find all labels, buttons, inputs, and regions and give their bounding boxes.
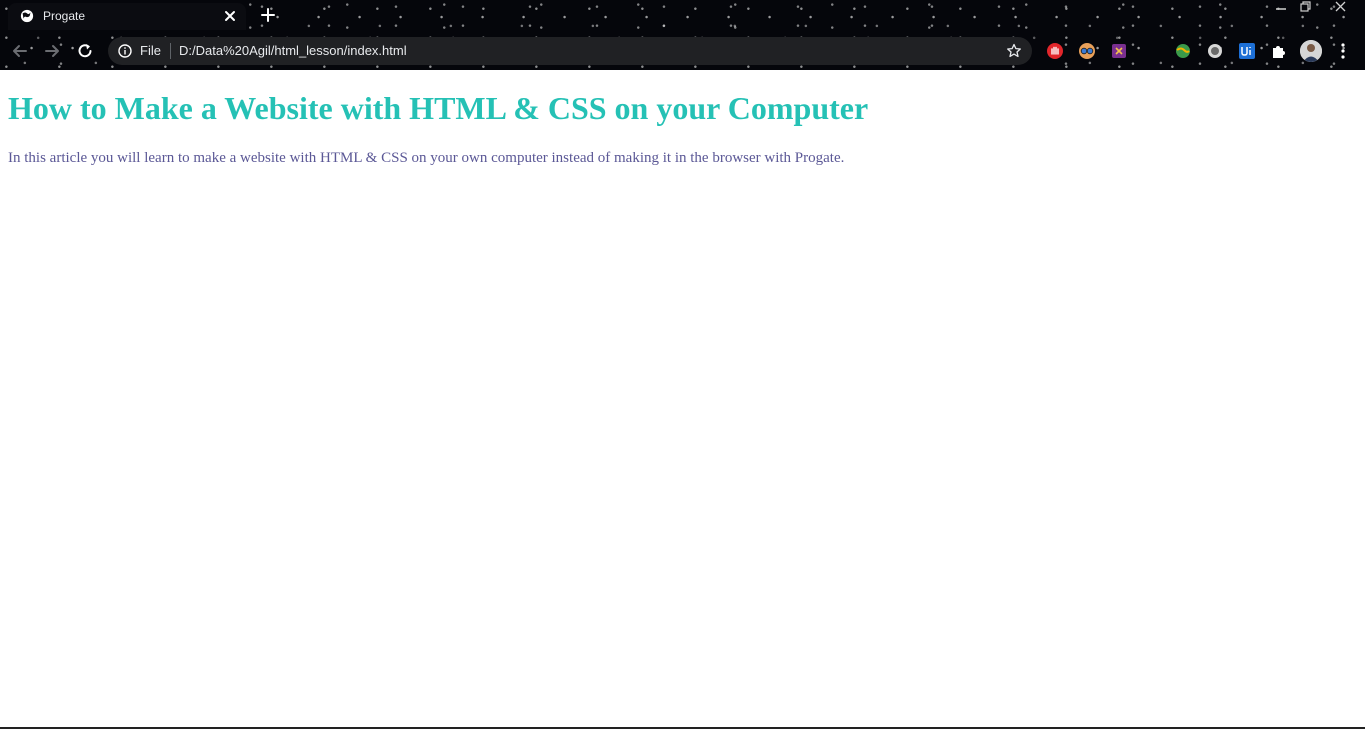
bookmark-star-icon[interactable] <box>1006 43 1022 59</box>
url-text[interactable]: D:/Data%20Agil/html_lesson/index.html <box>179 43 407 58</box>
tab-title: Progate <box>43 9 86 23</box>
reload-icon[interactable] <box>75 41 95 61</box>
browser-tab[interactable]: Progate <box>8 3 246 30</box>
close-icon[interactable] <box>222 8 238 24</box>
red-hand-extension-icon[interactable] <box>1046 42 1064 60</box>
browser-window: Progate File D:/Data%20Agil/html_lesson/… <box>0 0 1365 729</box>
window-close-icon[interactable] <box>1330 0 1352 14</box>
browser-chrome: Progate File D:/Data%20Agil/html_lesson/… <box>0 0 1365 70</box>
profile-avatar[interactable] <box>1300 40 1322 62</box>
globe-icon <box>20 9 34 23</box>
omnibox-divider <box>170 43 171 59</box>
circle-extension-icon[interactable] <box>1206 42 1224 60</box>
puzzle-icon[interactable] <box>1270 42 1288 60</box>
page-title: How to Make a Website with HTML & CSS on… <box>8 90 869 126</box>
address-bar[interactable]: File D:/Data%20Agil/html_lesson/index.ht… <box>108 37 1032 65</box>
glasses-extension-icon[interactable] <box>1078 42 1096 60</box>
minimize-icon[interactable] <box>1270 0 1292 14</box>
info-icon[interactable] <box>118 44 132 58</box>
page-paragraph: In this article you will learn to make a… <box>8 150 845 166</box>
globe-extension-icon[interactable] <box>1174 42 1192 60</box>
purple-x-extension-icon[interactable] <box>1110 42 1128 60</box>
more-menu-icon[interactable] <box>1335 42 1351 60</box>
restore-icon[interactable] <box>1294 0 1316 14</box>
new-tab-icon[interactable] <box>260 7 276 23</box>
back-icon[interactable] <box>10 41 30 61</box>
forward-icon[interactable] <box>42 41 62 61</box>
scheme-label: File <box>140 43 161 58</box>
ui-extension-icon[interactable] <box>1238 42 1256 60</box>
page-viewport: How to Make a Website with HTML & CSS on… <box>0 70 1365 727</box>
avatar-icon <box>1300 40 1322 62</box>
